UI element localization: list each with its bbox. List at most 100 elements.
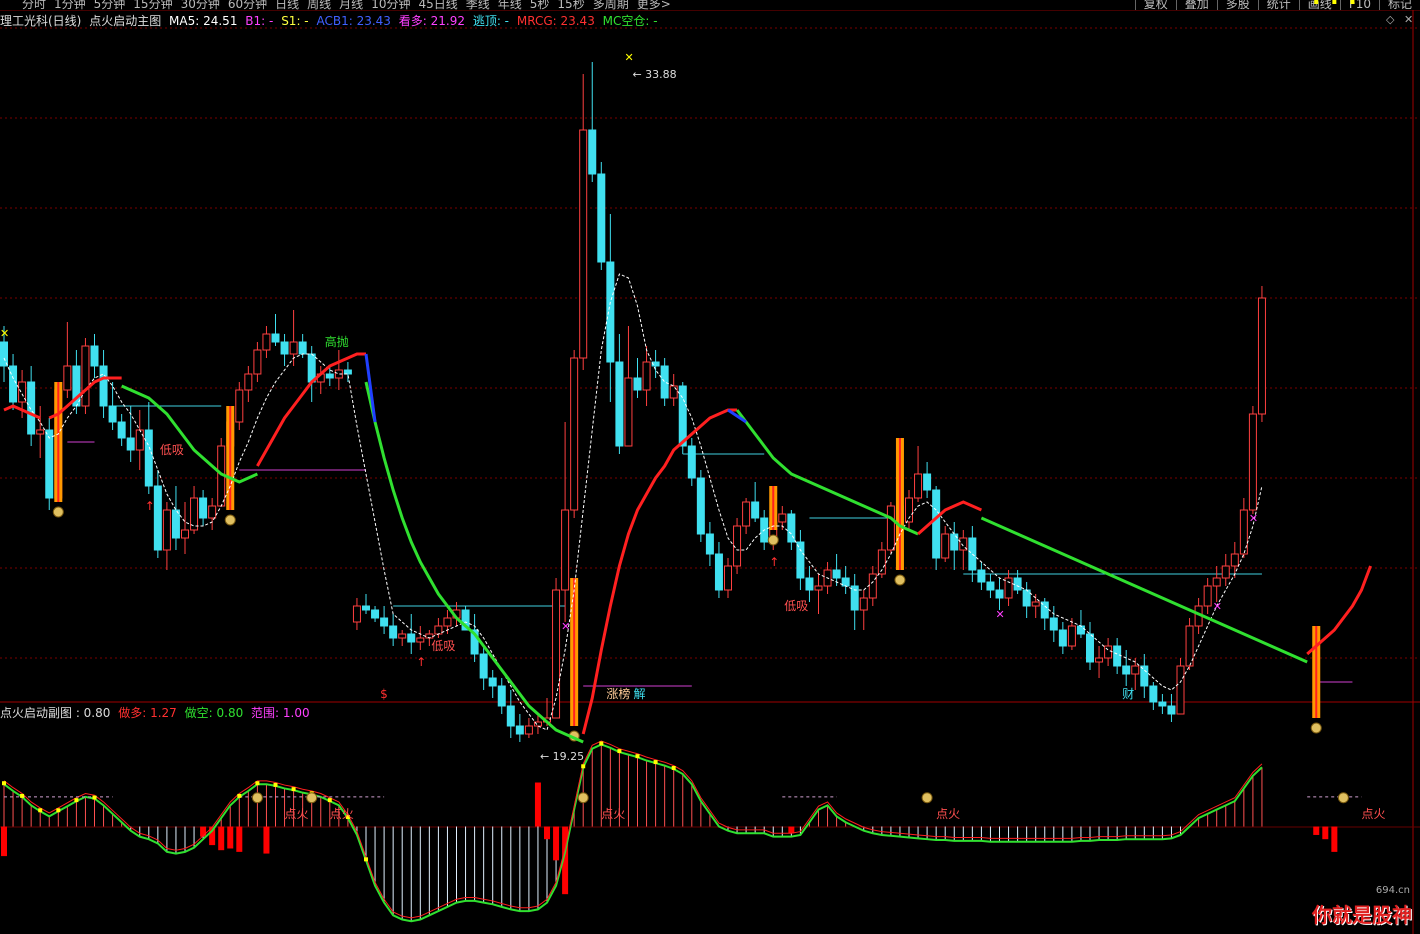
- candle-body-104: [941, 533, 950, 559]
- candle-body-120: [1086, 633, 1094, 663]
- watermark-text: 你就是股神: [1312, 903, 1412, 927]
- candle-body-76: [687, 445, 696, 479]
- dianhuo-label-3: 点火: [936, 807, 960, 821]
- legend-acb1: ACB1: 23.43: [316, 14, 391, 28]
- candle-body-121: [1095, 657, 1104, 663]
- dixi-label-0: 低吸: [160, 443, 184, 457]
- candle-body-102: [923, 473, 932, 491]
- candle-body-135: [1221, 565, 1230, 579]
- candle-body-93: [841, 577, 850, 587]
- candle-body-41: [371, 609, 380, 619]
- stock-title[interactable]: 理工光科(日线): [0, 14, 81, 28]
- sub-dot-21: [1332, 0, 1337, 4]
- legend-mckc: MC空仓: -: [602, 14, 658, 28]
- sub-money-bag-icon-3: [921, 792, 933, 804]
- candle-body-64: [579, 129, 588, 359]
- candle-body-13: [117, 421, 126, 439]
- sub-red-bar-7: [534, 782, 541, 827]
- candle-body-67: [606, 261, 615, 363]
- sub-indicator-name[interactable]: 点火启动副图 : 0.80: [0, 706, 110, 720]
- money-bag-icon-0: [52, 506, 64, 518]
- dixi-label-1: 低吸: [431, 639, 455, 653]
- candle-body-39: [352, 605, 361, 623]
- money-bag-icon-1: [224, 514, 236, 526]
- sub-dot-20: [1314, 0, 1319, 4]
- sub-dot-3: [56, 808, 61, 813]
- signal-bar-core-1: [229, 406, 232, 510]
- sub-red-bar-4: [227, 826, 234, 849]
- sub-red-bar-6: [263, 826, 270, 854]
- main-legend: 理工光科(日线) 点火启动主图 MA5: 24.51 B1: - S1: - A…: [0, 12, 662, 28]
- candle-body-119: [1076, 625, 1085, 635]
- candle-body-103: [932, 489, 941, 559]
- money-bag-icon-5: [1310, 722, 1322, 734]
- legend-taoding: 逃顶: -: [472, 14, 510, 28]
- sub-red-bar-5: [236, 826, 243, 852]
- candle-body-80: [724, 565, 732, 591]
- sub-dot-14: [581, 764, 586, 769]
- candle-body-62: [561, 509, 570, 591]
- legend-zuokong: 做空: 0.80: [184, 706, 244, 720]
- sub-money-bag-icon-2: [577, 792, 589, 804]
- candle-body-63: [570, 357, 579, 511]
- sub-dot-6: [237, 793, 242, 798]
- candle-body-38: [343, 369, 352, 375]
- buy-arrow-icon-2: ↑: [769, 555, 779, 569]
- signal-bar-core-4: [898, 438, 901, 570]
- candle-body-109: [986, 581, 995, 591]
- candle-body-133: [1203, 585, 1212, 607]
- sub-red-bar-12: [1313, 826, 1320, 835]
- candle-body-27: [244, 373, 253, 391]
- candle-body-4: [36, 429, 45, 435]
- candle-body-75: [678, 385, 687, 447]
- candle-body-54: [488, 677, 497, 687]
- candle-body-122: [1104, 645, 1113, 659]
- sub-dot-7: [255, 781, 260, 786]
- candle-body-18: [162, 509, 171, 551]
- indicator-name[interactable]: 点火启动主图: [89, 14, 161, 28]
- candle-body-96: [868, 573, 877, 599]
- trend-line-4: [364, 381, 584, 744]
- candle-body-5: [45, 429, 54, 499]
- candle-body-134: [1212, 577, 1221, 587]
- gaopao-label: 高抛: [325, 334, 349, 349]
- kline-chart[interactable]: ← 33.88← 19.25高抛低吸低吸低吸✕✕✕✕✕✕↑↑↑$ 涨榜解财点火 点火…: [0, 0, 1420, 934]
- candle-body-69: [624, 377, 633, 447]
- candle-body-139: [1257, 297, 1266, 415]
- candle-body-123: [1113, 645, 1122, 667]
- legend-ma5: MA5: 24.51: [169, 14, 238, 28]
- candle-body-53: [479, 653, 488, 679]
- magenta-x-icon-0: ✕: [561, 620, 570, 633]
- candle-body-23: [208, 505, 217, 519]
- sub-dot-2: [38, 808, 43, 813]
- candle-body-79: [714, 553, 723, 591]
- sub-green-line: [3, 743, 1263, 923]
- candle-body-14: [126, 437, 135, 451]
- price-low-label: ← 19.25: [540, 750, 584, 763]
- candle-body-36: [325, 373, 334, 379]
- candle-body-44: [398, 633, 407, 639]
- sub-dot-17: [635, 754, 640, 759]
- candle-body-29: [262, 333, 271, 351]
- sub-dot-13: [364, 857, 368, 862]
- candle-body-113: [1022, 589, 1031, 607]
- candle-body-65: [588, 129, 597, 175]
- candle-body-43: [389, 625, 398, 639]
- candle-body-11: [99, 365, 108, 407]
- candle-body-108: [977, 569, 986, 583]
- candle-body-47: [425, 633, 434, 639]
- legend-s1: S1: -: [281, 14, 309, 28]
- candle-body-49: [443, 617, 452, 627]
- candle-body-111: [1004, 577, 1013, 599]
- magenta-x-icon-1: ✕: [996, 608, 1005, 621]
- candle-body-136: [1230, 553, 1239, 567]
- dianhuo-label-2: 点火: [601, 807, 625, 821]
- sub-dot-1: [20, 793, 25, 798]
- candle-body-110: [995, 589, 1004, 599]
- candle-body-70: [633, 377, 642, 391]
- candle-body-129: [1167, 705, 1176, 715]
- legend-zuoduo: 做多: 1.27: [118, 706, 177, 720]
- close-icon[interactable]: ✕: [1404, 13, 1413, 26]
- diamond-icon[interactable]: ◇: [1386, 13, 1394, 26]
- sub-red-bar-13: [1322, 826, 1329, 840]
